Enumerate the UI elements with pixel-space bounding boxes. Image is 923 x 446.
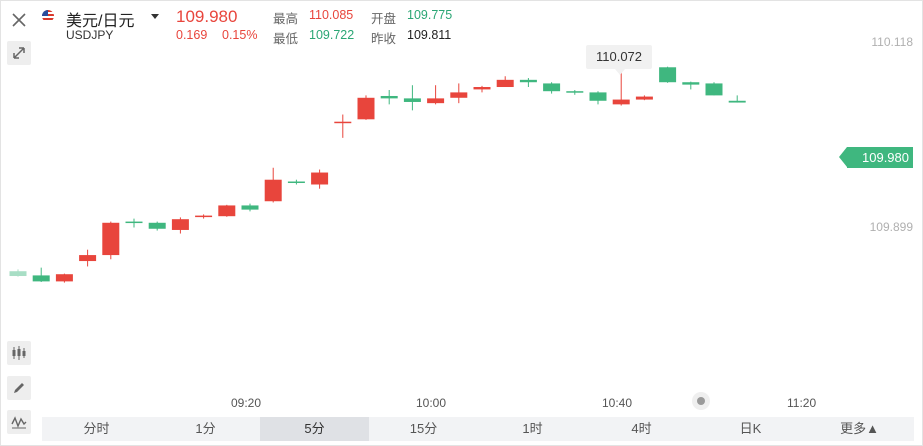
candle xyxy=(496,76,514,88)
candle xyxy=(543,82,561,94)
candle xyxy=(519,78,537,88)
candle xyxy=(403,85,421,111)
tab-1hour[interactable]: 1时 xyxy=(478,417,587,441)
candle xyxy=(9,269,27,277)
candle xyxy=(102,221,120,260)
candle xyxy=(659,66,677,83)
candle xyxy=(55,273,73,283)
candle xyxy=(728,95,746,103)
x-tick-label: 11:20 xyxy=(787,396,817,410)
candle xyxy=(287,179,305,185)
candle xyxy=(171,217,189,234)
current-price-tag: 109.980 xyxy=(839,147,913,168)
candle xyxy=(635,95,653,101)
x-tick-label: 10:40 xyxy=(602,396,633,410)
y-tick-label: 109.899 xyxy=(869,220,913,234)
candle xyxy=(450,83,468,104)
scroll-latest-button[interactable] xyxy=(692,392,710,410)
x-tick-label: 10:00 xyxy=(416,396,447,410)
tab-4hour[interactable]: 4时 xyxy=(587,417,696,441)
candle xyxy=(357,95,375,120)
y-tick-label: 110.118 xyxy=(871,35,913,49)
candle xyxy=(612,69,630,106)
candle xyxy=(148,221,166,231)
tab-5min[interactable]: 5分 xyxy=(260,417,369,441)
tab-more[interactable]: 更多▲ xyxy=(805,417,914,441)
candle xyxy=(32,267,50,282)
candle xyxy=(427,85,445,105)
candle xyxy=(566,90,584,95)
candle xyxy=(705,82,723,96)
candle xyxy=(311,169,329,189)
candle xyxy=(241,203,259,212)
candle xyxy=(125,218,143,228)
tab-daily[interactable]: 日K xyxy=(696,417,805,441)
candle xyxy=(682,81,700,90)
tab-time-sharing[interactable]: 分时 xyxy=(42,417,151,441)
candle xyxy=(264,167,282,203)
candle xyxy=(473,85,491,93)
candle xyxy=(380,90,398,105)
tab-1min[interactable]: 1分 xyxy=(151,417,260,441)
candlestick-chart xyxy=(9,66,746,283)
candle xyxy=(218,204,236,217)
candle xyxy=(589,91,607,105)
candle xyxy=(195,214,213,219)
max-price-annotation: 110.072 xyxy=(586,45,652,75)
interval-tabs: 分时 1分 5分 15分 1时 4时 日K 更多▲ xyxy=(42,417,914,441)
x-tick-label: 09:20 xyxy=(231,396,262,410)
tab-15min[interactable]: 15分 xyxy=(369,417,478,441)
candle xyxy=(334,114,352,138)
candle xyxy=(79,249,97,267)
